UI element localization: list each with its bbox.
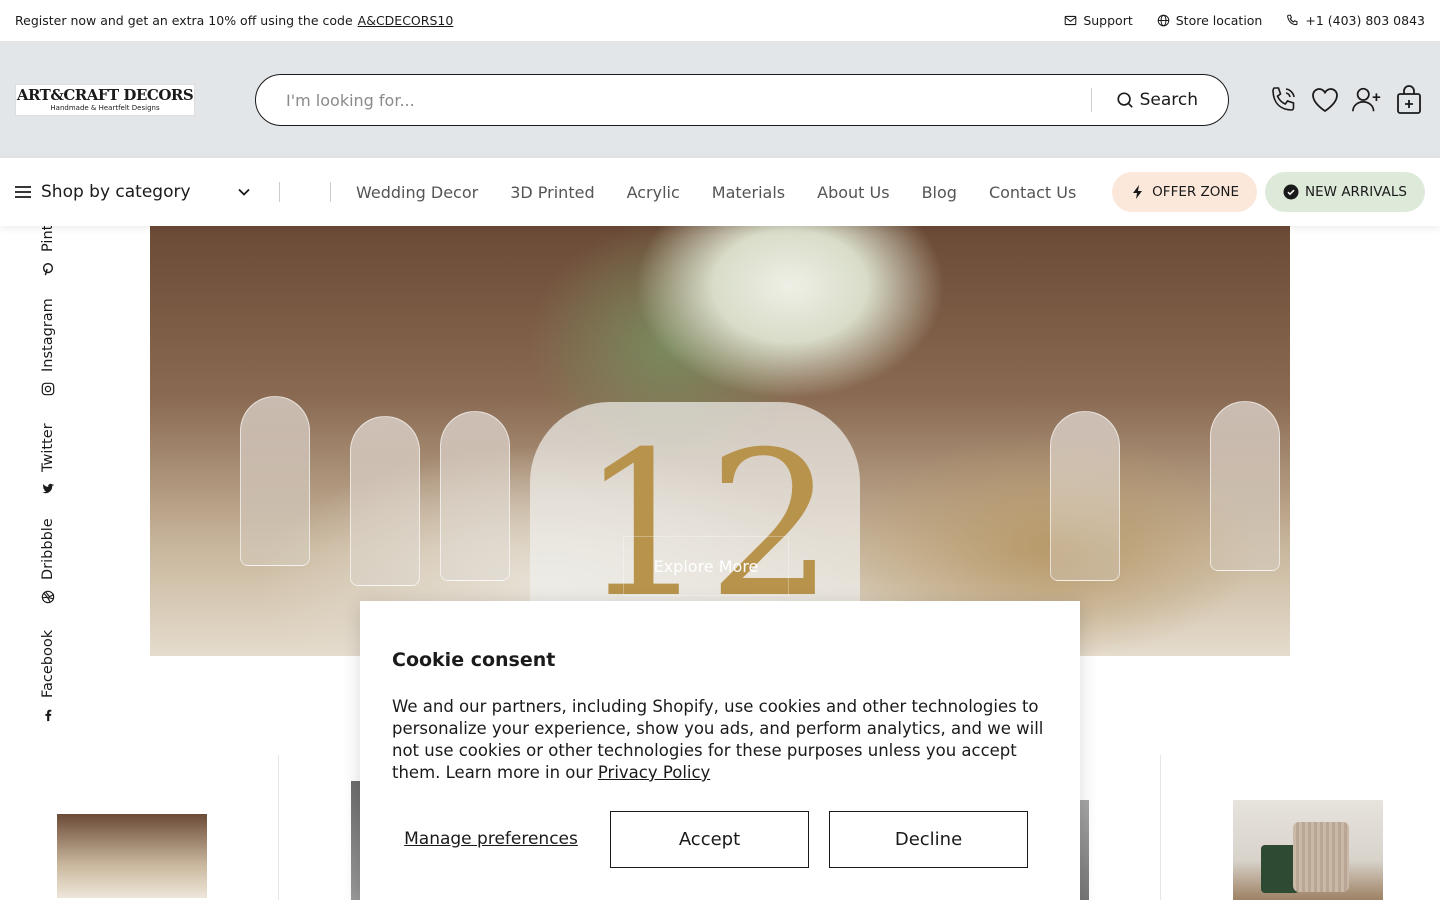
wine-glass xyxy=(350,416,420,586)
dribbble-icon xyxy=(41,590,55,604)
search-button-label: Search xyxy=(1139,90,1198,110)
add-user-icon[interactable] xyxy=(1351,84,1383,116)
support-link[interactable]: Support xyxy=(1064,13,1133,28)
wine-glass xyxy=(240,396,310,566)
privacy-policy-link[interactable]: Privacy Policy xyxy=(598,763,710,782)
social-link-pinterest[interactable]: Pint xyxy=(40,225,56,276)
logo-main-text: ART&CRAFT DECORS xyxy=(16,86,194,104)
new-arrivals-button[interactable]: NEW ARRIVALS xyxy=(1265,172,1425,212)
table-number: 12 xyxy=(580,409,835,642)
nav-link-materials[interactable]: Materials xyxy=(712,183,785,202)
logo[interactable]: ART&CRAFT DECORS Handmade & Heartfelt De… xyxy=(15,84,195,116)
mail-icon xyxy=(1065,15,1077,26)
pinterest-icon xyxy=(42,263,54,276)
category-thumbnail-wedding[interactable] xyxy=(57,814,207,898)
cookie-body-text: We and our partners, including Shopify, … xyxy=(392,697,1044,782)
wine-glass xyxy=(1050,411,1120,581)
social-link-twitter[interactable]: Twitter xyxy=(40,423,56,496)
explore-more-button[interactable]: Explore More xyxy=(623,536,789,596)
nav-link-about-us[interactable]: About Us xyxy=(817,183,889,202)
accept-button[interactable]: Accept xyxy=(610,811,809,868)
nav-link-blog[interactable]: Blog xyxy=(922,183,957,202)
promo-code-link[interactable]: A&CDECORS10 xyxy=(358,13,454,28)
nav-link-3d-printed[interactable]: 3D Printed xyxy=(510,183,594,202)
twitter-label: Twitter xyxy=(40,423,56,472)
hamburger-icon xyxy=(15,186,31,198)
store-location-link[interactable]: Store location xyxy=(1157,13,1263,28)
decline-button[interactable]: Decline xyxy=(829,811,1028,868)
phone-link[interactable]: +1 (403) 803 0843 xyxy=(1286,13,1425,28)
globe-icon xyxy=(1157,14,1170,27)
phone-label: +1 (403) 803 0843 xyxy=(1305,13,1425,28)
promo-pills: OFFER ZONE NEW ARRIVALS xyxy=(1112,172,1425,212)
facebook-label: Facebook xyxy=(40,629,56,698)
nav-link-acrylic[interactable]: Acrylic xyxy=(627,183,680,202)
verified-badge-icon xyxy=(1283,184,1299,200)
search-divider xyxy=(1090,88,1092,112)
twitter-icon xyxy=(41,483,55,494)
nav-links: Wedding Decor 3D Printed Acrylic Materia… xyxy=(356,183,1076,202)
social-link-dribbble[interactable]: Dribbble xyxy=(40,518,56,604)
hero-banner[interactable]: 12 Explore More xyxy=(150,226,1290,656)
pinterest-label: Pint xyxy=(40,224,56,252)
social-link-facebook[interactable]: Facebook xyxy=(40,630,56,722)
chevron-down-icon xyxy=(238,188,250,196)
shop-by-category-label: Shop by category xyxy=(41,182,191,202)
category-thumbnail-planters[interactable] xyxy=(1233,800,1383,900)
shopping-bag-icon[interactable] xyxy=(1393,84,1425,116)
top-links: Support Store location +1 (403) 803 0843 xyxy=(1064,13,1425,28)
heart-icon[interactable] xyxy=(1309,84,1341,116)
announcement-bar: Register now and get an extra 10% off us… xyxy=(0,0,1440,42)
search-icon xyxy=(1117,92,1133,108)
new-arrivals-label: NEW ARRIVALS xyxy=(1305,184,1407,200)
social-link-instagram[interactable]: Instagram xyxy=(40,298,56,396)
logo-tagline: Handmade & Heartfelt Designs xyxy=(50,104,160,112)
offer-zone-label: OFFER ZONE xyxy=(1152,184,1240,200)
column-divider xyxy=(1160,755,1161,900)
cookie-actions: Manage preferences Accept Decline xyxy=(392,811,1048,868)
site-header: ART&CRAFT DECORS Handmade & Heartfelt De… xyxy=(0,42,1440,158)
facebook-icon xyxy=(45,709,52,722)
column-divider xyxy=(278,755,279,900)
cookie-consent-dialog: Cookie consent We and our partners, incl… xyxy=(360,601,1080,900)
wine-glass xyxy=(440,411,510,581)
instagram-icon xyxy=(41,382,55,396)
search-button[interactable]: Search xyxy=(1116,90,1198,110)
dribbble-label: Dribbble xyxy=(40,518,56,580)
social-sidebar: Pint Instagram Twitter Dribbble Facebook xyxy=(40,225,64,726)
store-location-label: Store location xyxy=(1175,13,1263,28)
promo: Register now and get an extra 10% off us… xyxy=(15,13,453,28)
instagram-label: Instagram xyxy=(40,298,56,372)
wine-glass xyxy=(1210,401,1280,571)
cookie-title: Cookie consent xyxy=(392,649,556,671)
beige-planter xyxy=(1293,822,1349,892)
cookie-body: We and our partners, including Shopify, … xyxy=(392,696,1048,784)
support-label: Support xyxy=(1083,13,1133,28)
offer-zone-button[interactable]: OFFER ZONE xyxy=(1112,172,1258,212)
shop-by-category-dropdown[interactable]: Shop by category xyxy=(15,182,251,202)
main-nav: Shop by category Wedding Decor 3D Printe… xyxy=(0,158,1440,226)
search-input[interactable] xyxy=(286,90,1067,110)
phone-call-icon[interactable] xyxy=(1267,84,1299,116)
header-actions xyxy=(1267,84,1425,116)
manage-preferences-button[interactable]: Manage preferences xyxy=(392,829,590,850)
promo-text: Register now and get an extra 10% off us… xyxy=(15,13,353,28)
nav-link-wedding-decor[interactable]: Wedding Decor xyxy=(356,183,478,202)
nav-link-contact-us[interactable]: Contact Us xyxy=(989,183,1076,202)
phone-icon xyxy=(1287,14,1298,26)
search-bar: Search xyxy=(255,74,1229,126)
lightning-icon xyxy=(1133,185,1143,199)
nav-divider xyxy=(279,182,280,202)
nav-divider xyxy=(330,182,331,202)
